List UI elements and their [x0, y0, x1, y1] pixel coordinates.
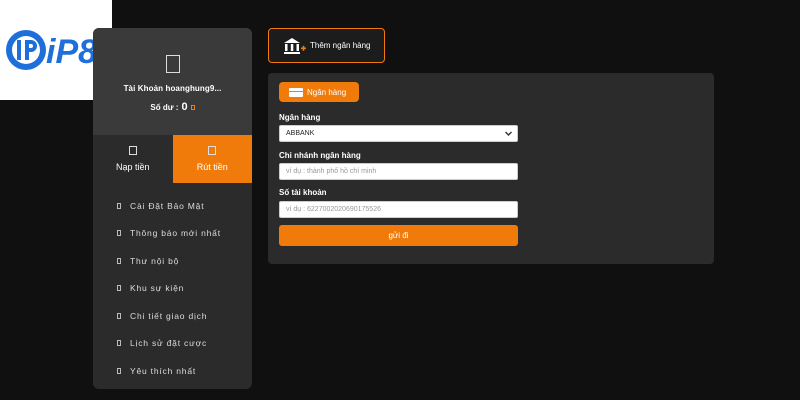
mail-icon — [117, 257, 121, 264]
branch-placeholder: ví dụ : thành phố hồ chí minh — [286, 168, 377, 175]
add-bank-label: Thêm ngân hàng — [310, 41, 371, 50]
tab-bank[interactable]: Ngân hàng — [279, 82, 359, 102]
account-number-input[interactable]: ví dụ : 6227002020690175526 — [279, 201, 518, 218]
account-number-label: Số tài khoản — [279, 188, 327, 197]
tab-bank-label: Ngân hàng — [307, 87, 347, 97]
menu-item-label: Chi tiết giao dịch — [130, 310, 208, 321]
branch-input[interactable]: ví dụ : thành phố hồ chí minh — [279, 163, 518, 180]
menu-item-label: Thư nội bộ — [130, 255, 180, 266]
heart-icon — [117, 367, 121, 374]
balance-value: 0 — [181, 101, 188, 113]
withdraw-icon — [208, 146, 217, 155]
balance-label: Số dư : — [150, 102, 179, 112]
account-menu: Cài Đặt Bảo Mật Thông báo mới nhất Thư n… — [93, 183, 252, 385]
menu-item-notifications[interactable]: Thông báo mới nhất — [117, 220, 252, 248]
menu-item-bet-history[interactable]: Lịch sử đặt cược — [117, 330, 252, 358]
menu-item-events[interactable]: Khu sự kiện — [117, 275, 252, 303]
menu-item-favorites[interactable]: Yêu thích nhất — [117, 357, 252, 385]
menu-item-inbox[interactable]: Thư nội bộ — [117, 247, 252, 275]
refresh-balance-icon[interactable] — [190, 104, 195, 110]
avatar-icon — [165, 55, 180, 73]
account-name: Tài Khoản hoanghung9... — [123, 84, 222, 93]
branch-label: Chi nhánh ngân hàng — [279, 151, 361, 160]
menu-item-label: Yêu thích nhất — [130, 365, 197, 376]
balance-row: Số dư : 0 — [150, 101, 195, 113]
deposit-icon — [128, 146, 137, 155]
account-number-placeholder: ví dụ : 6227002020690175526 — [286, 206, 381, 213]
tab-withdraw-label: Rút tiền — [196, 162, 228, 172]
bank-select-label: Ngân hàng — [279, 113, 321, 122]
tab-deposit[interactable]: Nạp tiền — [93, 135, 173, 183]
account-summary: Tài Khoản hoanghung9... Số dư : 0 — [93, 28, 252, 135]
lock-icon — [117, 202, 121, 209]
bell-icon — [117, 230, 121, 237]
bank-select[interactable]: ABBANK — [279, 125, 518, 142]
bank-plus-icon — [284, 37, 306, 54]
menu-item-label: Thông báo mới nhất — [130, 228, 221, 239]
chevron-down-icon — [505, 131, 512, 136]
transaction-tabs: Nạp tiền Rút tiền — [93, 135, 252, 183]
add-bank-button[interactable]: Thêm ngân hàng — [268, 28, 385, 63]
bank-select-value: ABBANK — [286, 130, 315, 137]
menu-item-transactions[interactable]: Chi tiết giao dịch — [117, 302, 252, 330]
menu-item-label: Lịch sử đặt cược — [130, 338, 207, 349]
account-sidebar: Tài Khoản hoanghung9... Số dư : 0 Nạp ti… — [93, 28, 252, 389]
menu-item-label: Cài Đặt Bảo Mật — [130, 200, 205, 211]
tab-deposit-label: Nạp tiền — [115, 162, 150, 172]
history-icon — [117, 340, 121, 347]
bank-form-panel: Ngân hàng Ngân hàng ABBANK Chi nhánh ngâ… — [268, 73, 714, 264]
tab-withdraw[interactable]: Rút tiền — [172, 135, 252, 183]
gift-icon — [117, 285, 121, 292]
receipt-icon — [117, 312, 121, 319]
submit-button[interactable]: gửi đi — [279, 225, 518, 246]
menu-item-label: Khu sự kiện — [130, 283, 185, 294]
menu-item-security-settings[interactable]: Cài Đặt Bảo Mật — [117, 192, 252, 220]
card-icon — [289, 87, 303, 97]
